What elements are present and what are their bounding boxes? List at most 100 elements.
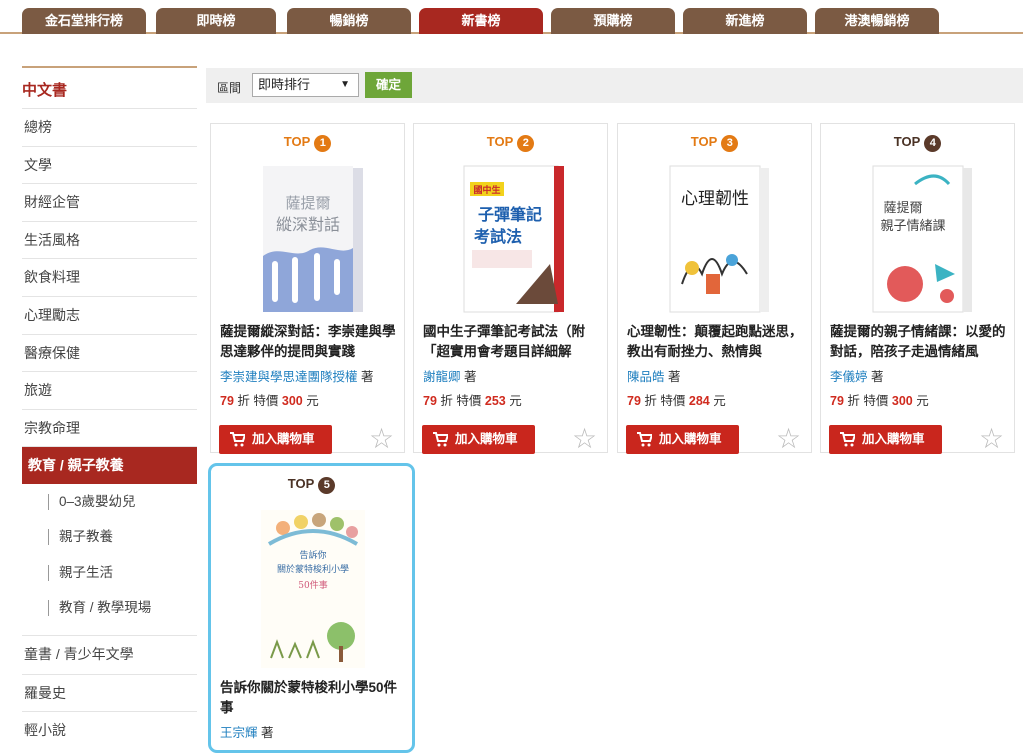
favorite-star-icon[interactable]: ☆ <box>979 425 1004 453</box>
cover-text: 親子情緒課 <box>880 218 945 234</box>
sidebar-item-light-novel[interactable]: 輕小說 <box>22 711 197 749</box>
sidebar-subitem-label: 教育 / 教學現場 <box>59 600 152 616</box>
cart-icon <box>637 432 652 447</box>
special-word: 特價 <box>660 394 686 408</box>
sidebar-item-psychology[interactable]: 心理勵志 <box>22 295 197 334</box>
book-cover[interactable]: 國中生 子彈筆記 考試法 <box>458 164 568 314</box>
sidebar-item-finance[interactable]: 財經企管 <box>22 183 197 221</box>
sidebar-item-religion[interactable]: 宗教命理 <box>22 408 197 447</box>
book-author[interactable]: 王宗輝 著 <box>220 722 274 741</box>
sidebar-item-health[interactable]: 醫療保健 <box>22 333 197 372</box>
rank-badge: TOP 4 <box>821 134 1014 152</box>
book-cover[interactable]: 告訴你 關於蒙特梭利小學 50件事 <box>257 508 369 670</box>
book-title[interactable]: 心理韌性：顛覆起跑點迷思，教出有耐挫力、熱情與 <box>627 322 809 362</box>
filter-bar: 區間 即時排行 ▼ 確定 <box>206 68 1023 103</box>
cart-icon <box>433 432 448 447</box>
sidebar-subitem-teaching[interactable]: 教育 / 教學現場 <box>22 590 197 626</box>
price-value: 300 <box>281 394 303 408</box>
tab-kingstone-ranking[interactable]: 金石堂排行榜 <box>22 8 146 34</box>
discount-word: 折 <box>237 394 250 408</box>
special-word: 特價 <box>253 394 279 408</box>
rank-number: 1 <box>314 135 332 152</box>
book-price: 79 折 特價 284 元 <box>627 390 726 409</box>
book-author[interactable]: 謝龍卿 著 <box>423 366 477 385</box>
tab-hk-macau[interactable]: 港澳暢銷榜 <box>815 8 939 34</box>
discount-word: 折 <box>644 394 657 408</box>
sidebar-item-cooking[interactable]: 飲食料理 <box>22 258 197 296</box>
tab-realtime[interactable]: 即時榜 <box>156 8 276 34</box>
book-author[interactable]: 陳品皓 著 <box>627 366 681 385</box>
sidebar-item-literature[interactable]: 文學 <box>22 145 197 184</box>
tab-bestseller[interactable]: 暢銷榜 <box>287 8 411 34</box>
sidebar-item-romance[interactable]: 羅曼史 <box>22 673 197 712</box>
book-cover[interactable]: 薩提爾 縱深對話 <box>255 164 365 314</box>
book-price: 79 折 特價 300 元 <box>830 390 929 409</box>
cover-text: 心理韌性 <box>681 189 749 209</box>
discount-word: 折 <box>847 394 860 408</box>
rank-badge: TOP 2 <box>414 134 607 152</box>
author-name[interactable]: 李崇建與學思達團隊授權 <box>220 370 358 384</box>
rank-badge: TOP 3 <box>618 134 811 152</box>
tab-new-books[interactable]: 新書榜 <box>419 8 543 34</box>
special-word: 特價 <box>863 394 889 408</box>
book-author[interactable]: 李崇建與學思達團隊授權 著 <box>220 366 374 385</box>
tab-preorder[interactable]: 預購榜 <box>551 8 675 34</box>
book-title[interactable]: 薩提爾的親子情緒課：以愛的對話，陪孩子走過情緒風 <box>830 322 1012 362</box>
add-to-cart-button[interactable]: 加入購物車 <box>829 425 942 454</box>
book-cover[interactable]: 心理韌性 <box>662 164 772 314</box>
discount-value: 79 <box>627 394 641 408</box>
confirm-button[interactable]: 確定 <box>365 72 412 98</box>
cover-text: 考試法 <box>474 227 522 246</box>
sidebar-subitem-label: 親子生活 <box>59 564 113 580</box>
author-name[interactable]: 李儀婷 <box>830 370 868 384</box>
add-to-cart-button[interactable]: 加入購物車 <box>422 425 535 454</box>
book-card: TOP 1 薩提爾 縱深對話 薩提爾縱深對話：李崇建與學思達夥伴的提問與實踐 李崇… <box>210 123 405 454</box>
book-price: 79 折 特價 253 元 <box>423 390 522 409</box>
book-price: 79 折 特價 300 元 <box>220 390 319 409</box>
range-label: 區間 <box>217 81 242 95</box>
sidebar-item-education[interactable]: 教育 / 親子教養 <box>22 446 197 484</box>
ranking-tabs: 金石堂排行榜 即時榜 暢銷榜 新書榜 預購榜 新進榜 港澳暢銷榜 <box>0 0 1023 34</box>
range-select[interactable]: 即時排行 ▼ <box>252 73 359 97</box>
add-to-cart-button[interactable]: 加入購物車 <box>219 425 332 454</box>
book-title[interactable]: 告訴你關於蒙特梭利小學50件事 <box>220 678 402 718</box>
favorite-star-icon[interactable]: ☆ <box>572 425 597 453</box>
rank-number: 4 <box>924 135 942 152</box>
sidebar-item-overall[interactable]: 總榜 <box>22 108 197 146</box>
author-name[interactable]: 陳品皓 <box>627 370 665 384</box>
cover-text: 國中生 <box>473 184 500 195</box>
sidebar-item-lifestyle[interactable]: 生活風格 <box>22 220 197 259</box>
book-title[interactable]: 薩提爾縱深對話：李崇建與學思達夥伴的提問與實踐 <box>220 322 402 362</box>
book-author[interactable]: 李儀婷 著 <box>830 366 884 385</box>
book-title[interactable]: 國中生子彈筆記考試法（附「超實用會考題目詳細解 <box>423 322 605 362</box>
tab-new-entry[interactable]: 新進榜 <box>683 8 807 34</box>
sidebar-item-children[interactable]: 童書 / 青少年文學 <box>22 636 197 674</box>
sidebar-heading[interactable]: 中文書 <box>22 68 197 108</box>
rank-prefix: TOP <box>893 134 921 149</box>
rank-prefix: TOP <box>690 134 718 149</box>
sidebar-subitem-family-life[interactable]: 親子生活 <box>22 555 197 591</box>
book-card-highlighted: TOP 5 告訴你 關於蒙特梭利小學 50件事 告訴你關於蒙特梭利小學50件事 王… <box>208 463 415 753</box>
discount-value: 79 <box>423 394 437 408</box>
sidebar-item-travel[interactable]: 旅遊 <box>22 371 197 409</box>
author-name[interactable]: 謝龍卿 <box>423 370 461 384</box>
rank-badge: TOP 5 <box>211 476 412 494</box>
cart-icon <box>840 432 855 447</box>
favorite-star-icon[interactable]: ☆ <box>776 425 801 453</box>
price-unit: 元 <box>509 394 522 408</box>
book-cover[interactable]: 薩提爾 親子情緒課 <box>865 164 975 314</box>
rank-number: 2 <box>517 135 535 152</box>
favorite-star-icon[interactable]: ☆ <box>369 425 394 453</box>
cover-text: 薩提爾 <box>285 194 330 212</box>
sidebar-subitem-infant[interactable]: 0–3歲嬰幼兒 <box>22 484 197 520</box>
author-suffix: 著 <box>361 370 374 384</box>
cover-text: 薩提爾 <box>883 200 922 216</box>
add-to-cart-button[interactable]: 加入購物車 <box>626 425 739 454</box>
add-to-cart-label: 加入購物車 <box>659 432 722 446</box>
price-unit: 元 <box>916 394 929 408</box>
discount-value: 79 <box>830 394 844 408</box>
sidebar-subitem-parenting[interactable]: 親子教養 <box>22 519 197 555</box>
rank-prefix: TOP <box>287 476 315 491</box>
author-suffix: 著 <box>668 370 681 384</box>
cover-text: 子彈筆記 <box>478 205 542 224</box>
